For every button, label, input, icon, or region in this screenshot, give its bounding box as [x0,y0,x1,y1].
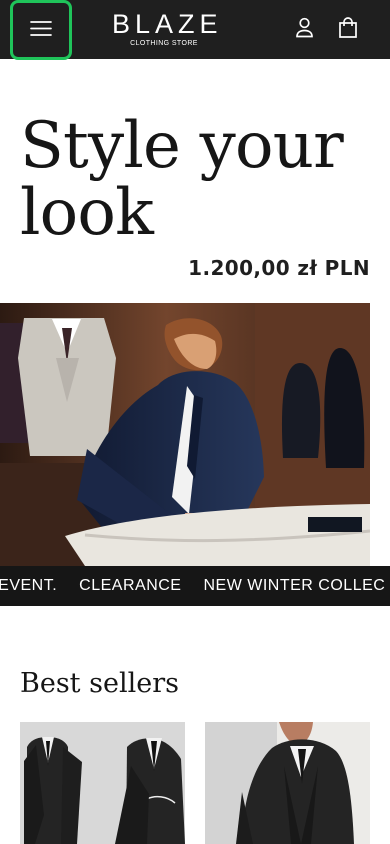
brand-logo[interactable]: BLAZE CLOTHING STORE [112,9,223,52]
marquee-item: NEW WINTER COLLEC [203,577,386,594]
two-black-suits-product-image [20,722,185,844]
account-button[interactable] [292,17,316,41]
marquee-item: ANT EVENT. [0,577,58,594]
user-icon [294,17,315,41]
site-header: BLAZE CLOTHING STORE [0,0,390,60]
hero-price: 1.200,00 zł PLN [188,256,370,280]
best-sellers-title: Best sellers [20,668,179,699]
hamburger-menu-icon [30,20,52,40]
black-three-piece-suit-product-image [205,722,370,844]
tailor-workshop-photo [0,303,370,566]
cart-button[interactable] [336,16,360,42]
logo-tagline: CLOTHING STORE [130,40,198,47]
shopping-bag-icon [337,16,359,42]
best-seller-product-card[interactable] [20,722,185,844]
logo-wordmark: BLAZE [112,9,223,39]
promo-marquee: ANT EVENT. CLEARANCE NEW WINTER COLLEC [0,566,390,606]
menu-button[interactable] [10,0,72,60]
hero-title: Style your look [20,109,344,250]
marquee-item: CLEARANCE [79,577,182,594]
best-seller-product-card[interactable] [205,722,370,844]
